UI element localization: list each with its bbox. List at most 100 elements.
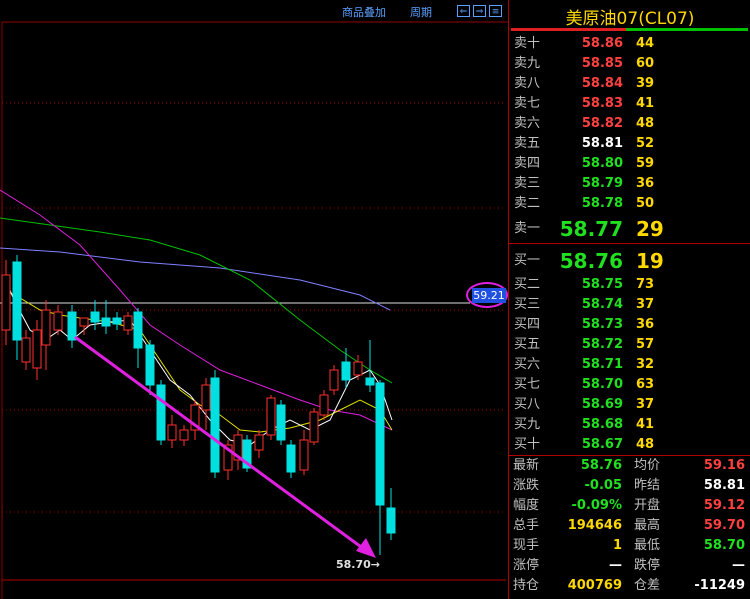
ask-row[interactable]: 卖二 58.78 50 xyxy=(509,194,750,214)
trend-arrow-head xyxy=(356,538,376,558)
ask-level-label: 卖二 xyxy=(514,196,541,211)
kline-chart[interactable]: 商品叠加 周期 ⇐ ⇒ ≡ 59.21 58.70→ xyxy=(0,0,508,599)
low-price-label: 58.70→ xyxy=(336,558,381,571)
menu-icon[interactable]: ≡ xyxy=(489,5,502,17)
stat-value: 1 xyxy=(612,538,622,553)
stat-label: 仓差 xyxy=(634,578,661,593)
ask-level-label: 卖四 xyxy=(514,156,541,171)
ask-volume: 44 xyxy=(636,36,655,51)
bid-row[interactable]: 买四 58.73 36 xyxy=(509,315,750,335)
ask-volume: 52 xyxy=(636,136,655,151)
sell-pressure-bar xyxy=(511,28,626,31)
bid-price: 58.73 xyxy=(581,317,623,332)
ask-level-label: 卖五 xyxy=(514,136,541,151)
quote-panel: 美原油07(CL07) 卖十 58.86 44 卖九 58.85 60 卖八 58.84 39 卖… xyxy=(508,0,750,599)
stat-label: 开盘 xyxy=(634,498,661,513)
candle-body xyxy=(1,274,11,331)
stat-value: 58.81 xyxy=(703,478,745,493)
ask-volume: 41 xyxy=(636,96,655,111)
bid-row[interactable]: 买七 58.70 63 xyxy=(509,375,750,395)
ask-volume: 48 xyxy=(636,116,655,131)
bid-level-label: 买三 xyxy=(514,297,541,312)
ask-row[interactable]: 卖三 58.79 36 xyxy=(509,174,750,194)
stat-label: 持仓 xyxy=(513,578,540,593)
stat-value: 58.76 xyxy=(580,458,622,473)
ask-row[interactable]: 卖五 58.81 52 xyxy=(509,134,750,154)
bid-row[interactable]: 买十 58.67 48 xyxy=(509,435,750,455)
bid-row[interactable]: 买三 58.74 37 xyxy=(509,295,750,315)
stat-label: 最新 xyxy=(513,458,540,473)
stat-label: 涨停 xyxy=(513,558,540,573)
ask-price: 58.84 xyxy=(581,76,623,91)
candle-body xyxy=(41,309,51,346)
ask-price: 58.78 xyxy=(581,196,623,211)
stat-label: 总手 xyxy=(513,518,540,533)
ask-volume: 50 xyxy=(636,196,655,211)
ask-level-label: 卖七 xyxy=(514,96,541,111)
stat-value: — xyxy=(732,558,745,573)
candle-body xyxy=(156,384,166,441)
stat-row: 最新 58.76 均价 59.16 xyxy=(509,456,750,476)
bid-level-label: 买九 xyxy=(514,417,541,432)
stat-row: 幅度 -0.09% 开盘 59.12 xyxy=(509,496,750,516)
bid-level-label: 买六 xyxy=(514,357,541,372)
bid-volume: 63 xyxy=(636,377,655,392)
buy-pressure-bar xyxy=(626,28,748,31)
bid-price: 58.68 xyxy=(581,417,623,432)
stat-value: — xyxy=(609,558,622,573)
stat-row: 涨跌 -0.05 昨结 58.81 xyxy=(509,476,750,496)
bid-level-label: 买五 xyxy=(514,337,541,352)
bid-row[interactable]: 买五 58.72 57 xyxy=(509,335,750,355)
stat-label: 昨结 xyxy=(634,478,661,493)
stat-value: 59.16 xyxy=(703,458,745,473)
ask-level-label: 卖八 xyxy=(514,76,541,91)
ask1-row[interactable]: 卖一 58.77 29 xyxy=(509,215,750,243)
candle-body xyxy=(179,429,189,441)
period-button[interactable]: 周期 xyxy=(410,4,432,20)
bid-level-label: 买二 xyxy=(514,277,541,292)
ask-price: 58.86 xyxy=(581,36,623,51)
scroll-right-icon[interactable]: ⇒ xyxy=(473,5,486,17)
ask-row[interactable]: 卖七 58.83 41 xyxy=(509,94,750,114)
overlay-commodity-button[interactable]: 商品叠加 xyxy=(342,4,386,20)
stat-value: 58.70 xyxy=(703,538,745,553)
candle-body xyxy=(210,377,220,473)
bid-volume: 37 xyxy=(636,297,655,312)
kline-canvas[interactable] xyxy=(0,0,508,599)
bid1-row[interactable]: 买一 58.76 19 xyxy=(509,247,750,275)
bid-price: 58.69 xyxy=(581,397,623,412)
ask-price: 58.79 xyxy=(581,176,623,191)
trend-arrow-line xyxy=(74,335,369,554)
bid-level-label: 买四 xyxy=(514,317,541,332)
stat-label: 涨跌 xyxy=(513,478,540,493)
bid-row[interactable]: 买六 58.71 32 xyxy=(509,355,750,375)
stat-value: 400769 xyxy=(567,578,622,593)
bid-volume: 32 xyxy=(636,357,655,372)
ask-volume: 39 xyxy=(636,76,655,91)
ask-price: 58.81 xyxy=(581,136,623,151)
stat-label: 现手 xyxy=(513,538,540,553)
bid-row[interactable]: 买八 58.69 37 xyxy=(509,395,750,415)
ask-row[interactable]: 卖四 58.80 59 xyxy=(509,154,750,174)
candle-body xyxy=(12,261,22,341)
current-price-tag: 59.21 xyxy=(472,288,506,303)
ask-row[interactable]: 卖十 58.86 44 xyxy=(509,34,750,54)
bid-price: 58.75 xyxy=(581,277,623,292)
candle-body xyxy=(353,361,363,376)
bid-level-label: 买八 xyxy=(514,397,541,412)
ask-row[interactable]: 卖六 58.82 48 xyxy=(509,114,750,134)
scroll-left-icon[interactable]: ⇐ xyxy=(457,5,470,17)
ask-row[interactable]: 卖八 58.84 39 xyxy=(509,74,750,94)
candle-body xyxy=(123,315,133,331)
ask-row[interactable]: 卖九 58.85 60 xyxy=(509,54,750,74)
stat-row: 总手 194646 最高 59.70 xyxy=(509,516,750,536)
bid-row[interactable]: 买二 58.75 73 xyxy=(509,275,750,295)
candle-body xyxy=(365,377,375,386)
candle-body xyxy=(21,337,31,363)
candle-body xyxy=(145,344,155,386)
instrument-title[interactable]: 美原油07(CL07) xyxy=(509,4,750,29)
bid-row[interactable]: 买九 58.68 41 xyxy=(509,415,750,435)
candle-body xyxy=(309,411,319,443)
ask1-volume: 29 xyxy=(636,217,664,241)
bid-price: 58.71 xyxy=(581,357,623,372)
